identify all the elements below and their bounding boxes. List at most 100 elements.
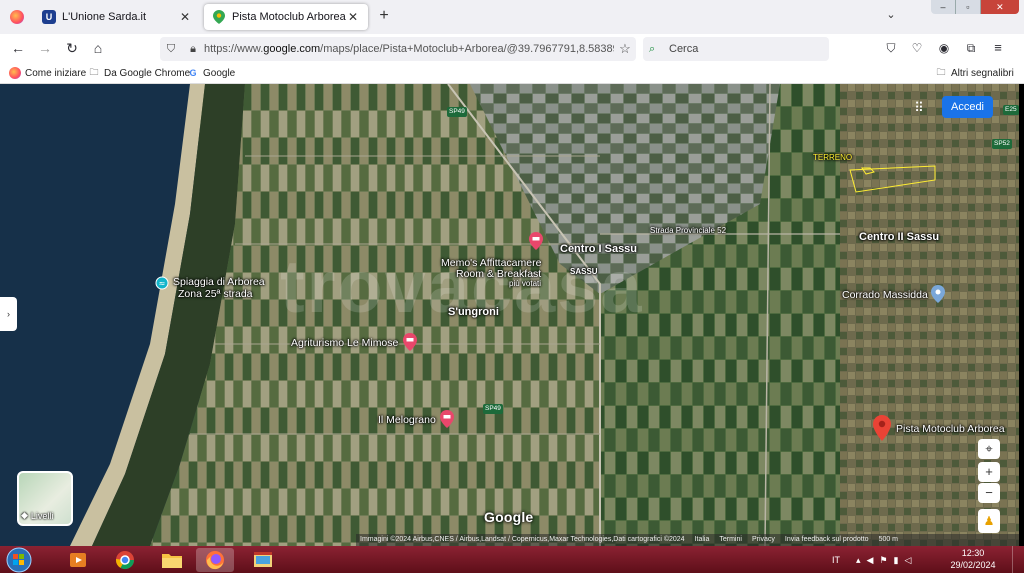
place-label-pista-motoclub[interactable]: Pista Motoclub Arborea	[896, 423, 1005, 435]
volume-icon[interactable]: ◁	[904, 555, 911, 566]
layers-button[interactable]: ◆ Livelli	[17, 471, 73, 526]
arrow-left-icon: ←	[11, 40, 25, 56]
list-all-tabs-button[interactable]: ⌄	[882, 8, 900, 26]
folder-icon: 🗀	[89, 67, 99, 77]
url-prefix: https://www.	[204, 43, 264, 55]
back-button[interactable]: ←	[7, 37, 29, 59]
layers-label: Livelli	[30, 510, 54, 521]
windows-taskbar: IT ▴ ◀ ⚑ ▮ ◁ 12:30 29/02/2024	[0, 546, 1024, 573]
chrome-icon	[116, 551, 134, 570]
zoom-in-button[interactable]: +	[978, 462, 1000, 482]
layers-icon: ◆	[21, 510, 28, 520]
firefox-icon	[10, 10, 24, 24]
place-label-centro-i-sassu[interactable]: Centro I Sassu	[560, 243, 637, 255]
url-text[interactable]: https://www.google.com/maps/place/Pista+…	[204, 43, 614, 55]
bookmark-star-icon[interactable]: ☆	[614, 41, 636, 57]
url-host: google.com	[263, 43, 321, 55]
pocket-list-button[interactable]: ♡	[906, 37, 928, 59]
show-hidden-icons[interactable]: ▴	[856, 555, 861, 566]
show-desktop-button[interactable]	[1012, 546, 1024, 573]
google-apps-button[interactable]: ⠿	[909, 98, 929, 118]
street-view-pegman[interactable]: ♟	[978, 509, 1000, 533]
place-label-centro-ii-sassu[interactable]: Centro II Sassu	[859, 231, 939, 243]
network-icon[interactable]: ▮	[894, 555, 899, 566]
minimize-button[interactable]: –	[931, 0, 956, 14]
clock[interactable]: 12:30 29/02/2024	[947, 547, 999, 571]
my-location-button[interactable]: ⌖	[978, 439, 1000, 459]
privacy-link[interactable]: Privacy	[752, 534, 775, 546]
place-label-agriturismo[interactable]: Agriturismo Le Mimose	[291, 337, 398, 349]
tab-unione-sarda[interactable]: U L'Unione Sarda.it ✕	[34, 4, 200, 30]
hotel-pin[interactable]	[440, 410, 454, 428]
taskbar-explorer[interactable]	[153, 548, 191, 572]
windows-logo-icon	[6, 547, 32, 573]
road-shield: E25	[1003, 105, 1019, 115]
region-link[interactable]: Italia	[695, 534, 710, 546]
tab-title: Pista Motoclub Arborea - Goog	[232, 11, 346, 23]
reload-button[interactable]: ↻	[61, 37, 83, 59]
rating-label: più votati	[509, 279, 542, 288]
lock-icon[interactable]: 🔒︎	[182, 43, 204, 56]
minus-icon: −	[985, 485, 993, 500]
place-pin[interactable]	[931, 285, 945, 303]
shield-icon[interactable]: ⛉	[160, 43, 182, 56]
map-canvas[interactable]: trovacasa SP49 SP49 SP52 E25 TERRENO ≈ S…	[0, 84, 1019, 546]
folder-icon: 🗀	[936, 67, 946, 77]
feedback-link[interactable]: Invia feedback sul prodotto	[785, 534, 869, 546]
forward-button[interactable]: →	[34, 37, 56, 59]
map-attribution-bar: Immagini ©2024 Airbus,CNES / Airbus,Land…	[356, 534, 1019, 546]
search-field[interactable]: ⌕ Cerca	[643, 37, 829, 61]
bookmark-folder-chrome[interactable]: 🗀 Da Google Chrome	[88, 65, 190, 81]
account-icon: ◉	[938, 41, 950, 55]
place-label-spiaggia[interactable]: Spiaggia di Arborea	[173, 276, 265, 288]
taskbar-chrome[interactable]	[106, 548, 144, 572]
hotel-pin[interactable]	[529, 232, 543, 250]
bookmark-folder-other[interactable]: 🗀 Altri segnalibri	[935, 65, 1013, 81]
chevron-right-icon: ›	[7, 309, 10, 319]
save-to-pocket-button[interactable]: ⛉	[880, 37, 902, 59]
svg-text:≈: ≈	[159, 279, 166, 288]
beach-pin[interactable]: ≈	[155, 276, 169, 294]
address-bar[interactable]: ⛉ 🔒︎ https://www.google.com/maps/place/P…	[160, 37, 636, 61]
expand-side-panel-button[interactable]: ›	[0, 297, 17, 331]
taskbar-app[interactable]	[244, 548, 282, 572]
window-controls: – ▫ ✕	[931, 0, 1019, 14]
tab-google-maps[interactable]: Pista Motoclub Arborea - Goog ✕	[204, 4, 368, 30]
road-label-sp52: Strada Provinciale 52	[650, 226, 727, 235]
language-indicator[interactable]: IT	[832, 555, 840, 565]
selected-place-pin[interactable]	[873, 415, 891, 441]
new-tab-button[interactable]: +	[374, 6, 394, 26]
road-shield: SP52	[992, 139, 1012, 149]
hamburger-menu-icon: ≡	[994, 40, 1002, 55]
bookmark-label: Da Google Chrome	[104, 67, 191, 79]
close-window-button[interactable]: ✕	[980, 0, 1019, 14]
speaker-icon[interactable]: ◀	[867, 555, 874, 566]
location-target-icon: ⌖	[985, 441, 993, 456]
google-maps-icon	[212, 10, 226, 24]
tab-bar: U L'Unione Sarda.it ✕ Pista Motoclub Arb…	[0, 0, 1024, 34]
menu-button[interactable]: ≡	[987, 37, 1009, 59]
close-tab-icon[interactable]: ✕	[178, 10, 192, 24]
road-shield: SP49	[483, 404, 503, 414]
place-label-corrado[interactable]: Corrado Massidda	[842, 289, 928, 301]
zoom-out-button[interactable]: −	[978, 483, 1000, 503]
taskbar-media-player[interactable]	[59, 548, 97, 572]
firefox-view-tab[interactable]	[4, 4, 30, 30]
taskbar-firefox[interactable]	[196, 548, 234, 572]
hotel-pin[interactable]	[403, 333, 417, 351]
close-tab-icon[interactable]: ✕	[346, 10, 360, 24]
sign-in-button[interactable]: Accedi	[942, 96, 993, 118]
scale-label[interactable]: 500 m	[879, 534, 898, 546]
bookmark-google[interactable]: G Google	[187, 65, 235, 81]
account-button[interactable]: ◉	[933, 37, 955, 59]
extensions-button[interactable]: ⧉	[960, 37, 982, 59]
place-label-sungroni: S'ungroni	[448, 306, 499, 318]
start-button[interactable]	[5, 547, 35, 573]
home-button[interactable]: ⌂	[87, 37, 109, 59]
bookmark-come-iniziare[interactable]: Come iniziare	[9, 65, 86, 81]
restore-button[interactable]: ▫	[955, 0, 981, 14]
place-label-melograno[interactable]: Il Melograno	[378, 414, 436, 426]
arrow-right-icon: →	[38, 40, 52, 56]
terms-link[interactable]: Termini	[719, 534, 742, 546]
flag-icon[interactable]: ⚑	[879, 555, 887, 566]
